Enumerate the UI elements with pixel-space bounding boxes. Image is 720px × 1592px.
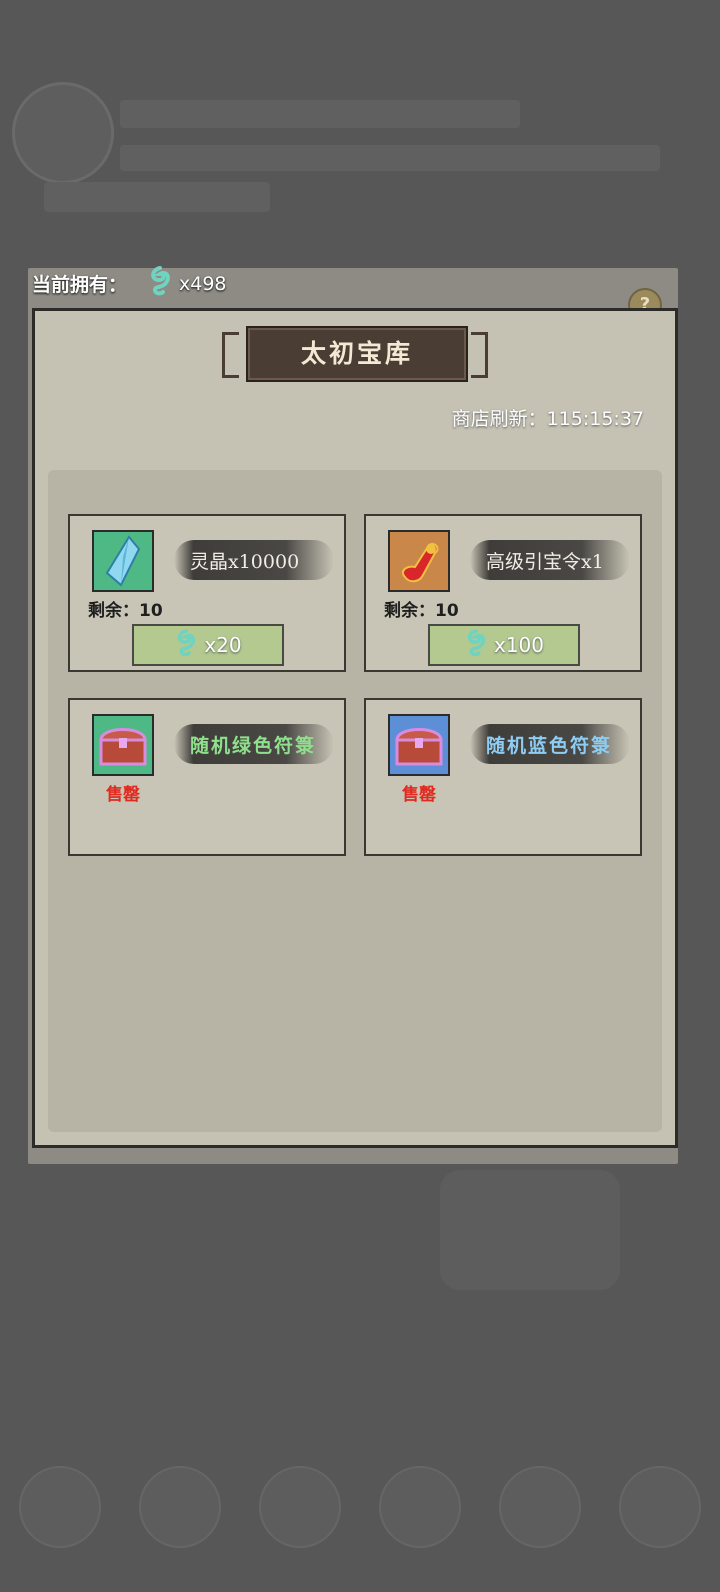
feature-icon xyxy=(440,1170,620,1290)
bottom-nav xyxy=(0,1422,720,1592)
spirit-jade-icon xyxy=(147,266,173,301)
stock-label: 剩余： xyxy=(384,601,435,621)
nav-icon xyxy=(19,1466,101,1548)
treasure-chest-icon xyxy=(388,714,450,776)
item-stock: 剩余：10 xyxy=(384,596,459,621)
frame-bracket-left xyxy=(222,332,239,378)
buy-button[interactable]: x20 xyxy=(132,624,284,666)
stock-value: 10 xyxy=(435,601,459,621)
nav-icon xyxy=(619,1466,701,1548)
shop-item-card[interactable]: 高级引宝令x1 剩余：10 x100 xyxy=(364,514,642,672)
player-avatar xyxy=(12,82,114,184)
buy-button[interactable]: x100 xyxy=(428,624,580,666)
shop-item-card[interactable]: 随机蓝色符箓 售罄 xyxy=(364,698,642,856)
owned-amount: x498 xyxy=(179,272,227,295)
stock-label: 剩余： xyxy=(88,601,139,621)
item-name: 随机蓝色符箓 xyxy=(470,724,630,764)
sold-out-label: 售罄 xyxy=(402,785,436,805)
item-name: 高级引宝令x1 xyxy=(470,540,630,580)
price-value: x100 xyxy=(493,633,544,657)
spirit-jade-icon xyxy=(464,628,488,662)
sold-out-label: 售罄 xyxy=(106,785,140,805)
frame-bracket-right xyxy=(471,332,488,378)
owned-label: 当前拥有： xyxy=(32,274,128,296)
refresh-label: 商店刷新： xyxy=(451,408,547,430)
treasure-chest-icon xyxy=(92,714,154,776)
stock-value: 10 xyxy=(139,601,163,621)
refresh-time: 115:15:37 xyxy=(546,408,644,430)
item-stock: 剩余：10 xyxy=(88,596,163,621)
nav-icon xyxy=(139,1466,221,1548)
nav-icon xyxy=(379,1466,461,1548)
item-name: 灵晶x10000 xyxy=(174,540,334,580)
nav-icon xyxy=(499,1466,581,1548)
shop-title: 太初宝库 xyxy=(246,326,468,382)
shop-item-card[interactable]: 随机绿色符箓 售罄 xyxy=(68,698,346,856)
refresh-timer: 商店刷新：115:15:37 xyxy=(452,404,644,431)
spirit-jade-icon xyxy=(174,628,198,662)
shop-item-card[interactable]: 灵晶x10000 剩余：10 x20 xyxy=(68,514,346,672)
owned-currency: 当前拥有： x498 xyxy=(32,266,227,301)
player-info-bar xyxy=(120,100,520,128)
crystal-icon xyxy=(92,530,154,592)
item-name: 随机绿色符箓 xyxy=(174,724,334,764)
shop-title-frame: 太初宝库 xyxy=(222,318,488,388)
resource-bar xyxy=(120,145,660,171)
treasure-token-icon xyxy=(388,530,450,592)
price-value: x20 xyxy=(204,633,242,657)
power-bar xyxy=(44,182,270,212)
nav-icon xyxy=(259,1466,341,1548)
